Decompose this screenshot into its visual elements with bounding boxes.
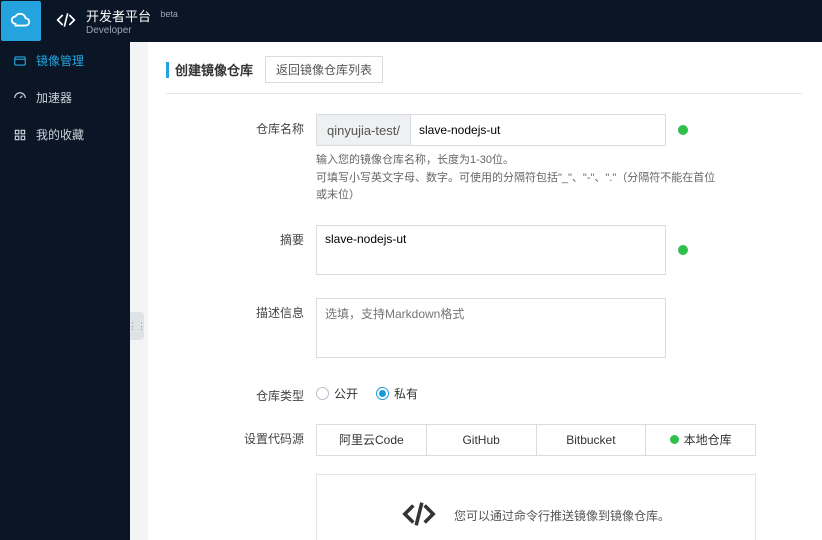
- platform-subtitle: Developer: [86, 25, 178, 36]
- sidebar-collapse-handle[interactable]: ⋮⋮: [130, 312, 144, 340]
- title-accent: [166, 62, 169, 78]
- images-icon: [12, 53, 28, 69]
- repo-name-prefix: qinyujia-test/: [317, 115, 411, 145]
- radio-label: 公开: [334, 385, 358, 402]
- radio-icon: [316, 387, 329, 400]
- desc-textarea[interactable]: [316, 298, 666, 358]
- repo-name-hint: 输入您的镜像仓库名称，长度为1-30位。 可填写小写英文字母、数字。可使用的分隔…: [316, 152, 716, 205]
- page-title-row: 创建镜像仓库 返回镜像仓库列表: [166, 56, 802, 94]
- platform-title-block: 开发者平台 beta Developer: [86, 6, 178, 36]
- check-ok-icon: [678, 245, 688, 255]
- source-label: 设置代码源: [166, 424, 316, 447]
- beta-badge: beta: [160, 9, 178, 19]
- main-area: ⋮⋮ 创建镜像仓库 返回镜像仓库列表 仓库名称 qinyujia-test/ 输…: [130, 42, 822, 540]
- summary-textarea[interactable]: [316, 225, 666, 275]
- gauge-icon: [12, 90, 28, 106]
- sidebar-item-images[interactable]: 镜像管理: [0, 42, 130, 79]
- grid-icon: [12, 127, 28, 143]
- repo-name-input[interactable]: [411, 115, 665, 145]
- source-info-box: 您可以通过命令行推送镜像到镜像仓库。: [316, 474, 756, 540]
- radio-icon: [376, 387, 389, 400]
- sidebar: 镜像管理 加速器 我的收藏: [0, 42, 130, 540]
- back-to-list-button[interactable]: 返回镜像仓库列表: [265, 56, 383, 83]
- sidebar-item-favorites[interactable]: 我的收藏: [0, 116, 130, 153]
- page-title: 创建镜像仓库: [175, 60, 253, 79]
- top-header: 开发者平台 beta Developer: [0, 0, 822, 42]
- source-tab-local[interactable]: 本地仓库: [646, 425, 755, 455]
- type-label: 仓库类型: [166, 381, 316, 404]
- summary-label: 摘要: [166, 225, 316, 248]
- content-panel: 创建镜像仓库 返回镜像仓库列表 仓库名称 qinyujia-test/ 输入您的…: [148, 42, 822, 540]
- source-tab-aliyun[interactable]: 阿里云Code: [317, 425, 427, 455]
- sidebar-item-label: 我的收藏: [36, 126, 84, 143]
- sidebar-item-label: 加速器: [36, 89, 72, 106]
- source-tab-bitbucket[interactable]: Bitbucket: [537, 425, 647, 455]
- desc-label: 描述信息: [166, 298, 316, 321]
- cloud-logo-icon[interactable]: [1, 1, 41, 41]
- check-ok-icon: [678, 125, 688, 135]
- source-tab-github[interactable]: GitHub: [427, 425, 537, 455]
- source-tabs: 阿里云Code GitHub Bitbucket 本地仓库: [316, 424, 756, 456]
- repo-type-private-radio[interactable]: 私有: [376, 385, 418, 402]
- sidebar-item-label: 镜像管理: [36, 52, 84, 69]
- repo-name-label: 仓库名称: [166, 114, 316, 137]
- code-icon: [402, 497, 436, 534]
- platform-title: 开发者平台: [86, 9, 151, 24]
- repo-type-public-radio[interactable]: 公开: [316, 385, 358, 402]
- radio-label: 私有: [394, 385, 418, 402]
- code-icon: [56, 10, 76, 33]
- source-info-text: 您可以通过命令行推送镜像到镜像仓库。: [454, 507, 670, 524]
- check-ok-icon: [670, 435, 679, 444]
- sidebar-item-accelerator[interactable]: 加速器: [0, 79, 130, 116]
